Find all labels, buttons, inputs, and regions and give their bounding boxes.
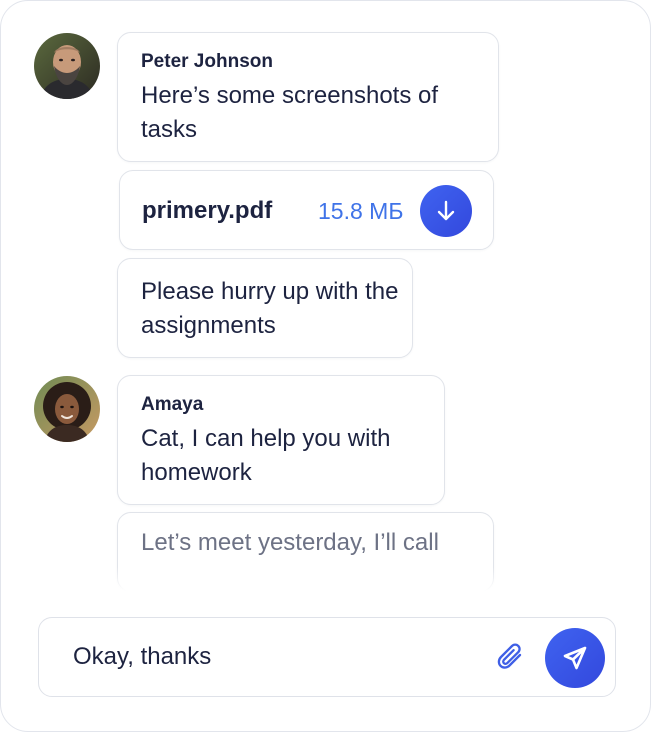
attach-button[interactable]: [493, 640, 529, 676]
sender-name: Amaya: [141, 394, 204, 415]
sender-name: Peter Johnson: [141, 51, 273, 72]
download-button[interactable]: [420, 185, 472, 237]
message-bubble[interactable]: Peter Johnson Here’s some screenshots of…: [117, 32, 499, 162]
message-text: Let’s meet yesterday, I’ll call: [141, 529, 439, 556]
message-text: Here’s some screenshots of tasks: [141, 82, 439, 143]
message-composer: [38, 617, 616, 697]
download-arrow-icon: [437, 200, 455, 221]
message-text: Cat, I can help you with homework: [141, 425, 391, 486]
send-icon: [563, 646, 587, 670]
message-input[interactable]: [61, 636, 505, 678]
avatar-amaya[interactable]: [34, 376, 100, 442]
file-attachment[interactable]: primery.pdf 15.8 МБ: [119, 170, 494, 250]
file-size: 15.8 МБ: [318, 198, 404, 224]
file-name: primery.pdf: [142, 197, 273, 224]
message-text: Please hurry up with the assignments: [141, 278, 399, 339]
message-bubble[interactable]: Amaya Cat, I can help you with homework: [117, 375, 445, 505]
send-button[interactable]: [545, 628, 605, 688]
paperclip-icon: [497, 643, 522, 669]
avatar-peter[interactable]: [34, 33, 100, 99]
message-bubble[interactable]: Let’s meet yesterday, I’ll call: [117, 512, 494, 592]
chat-window: Peter Johnson Here’s some screenshots of…: [0, 0, 651, 732]
message-bubble[interactable]: Please hurry up with the assignments: [117, 258, 413, 358]
